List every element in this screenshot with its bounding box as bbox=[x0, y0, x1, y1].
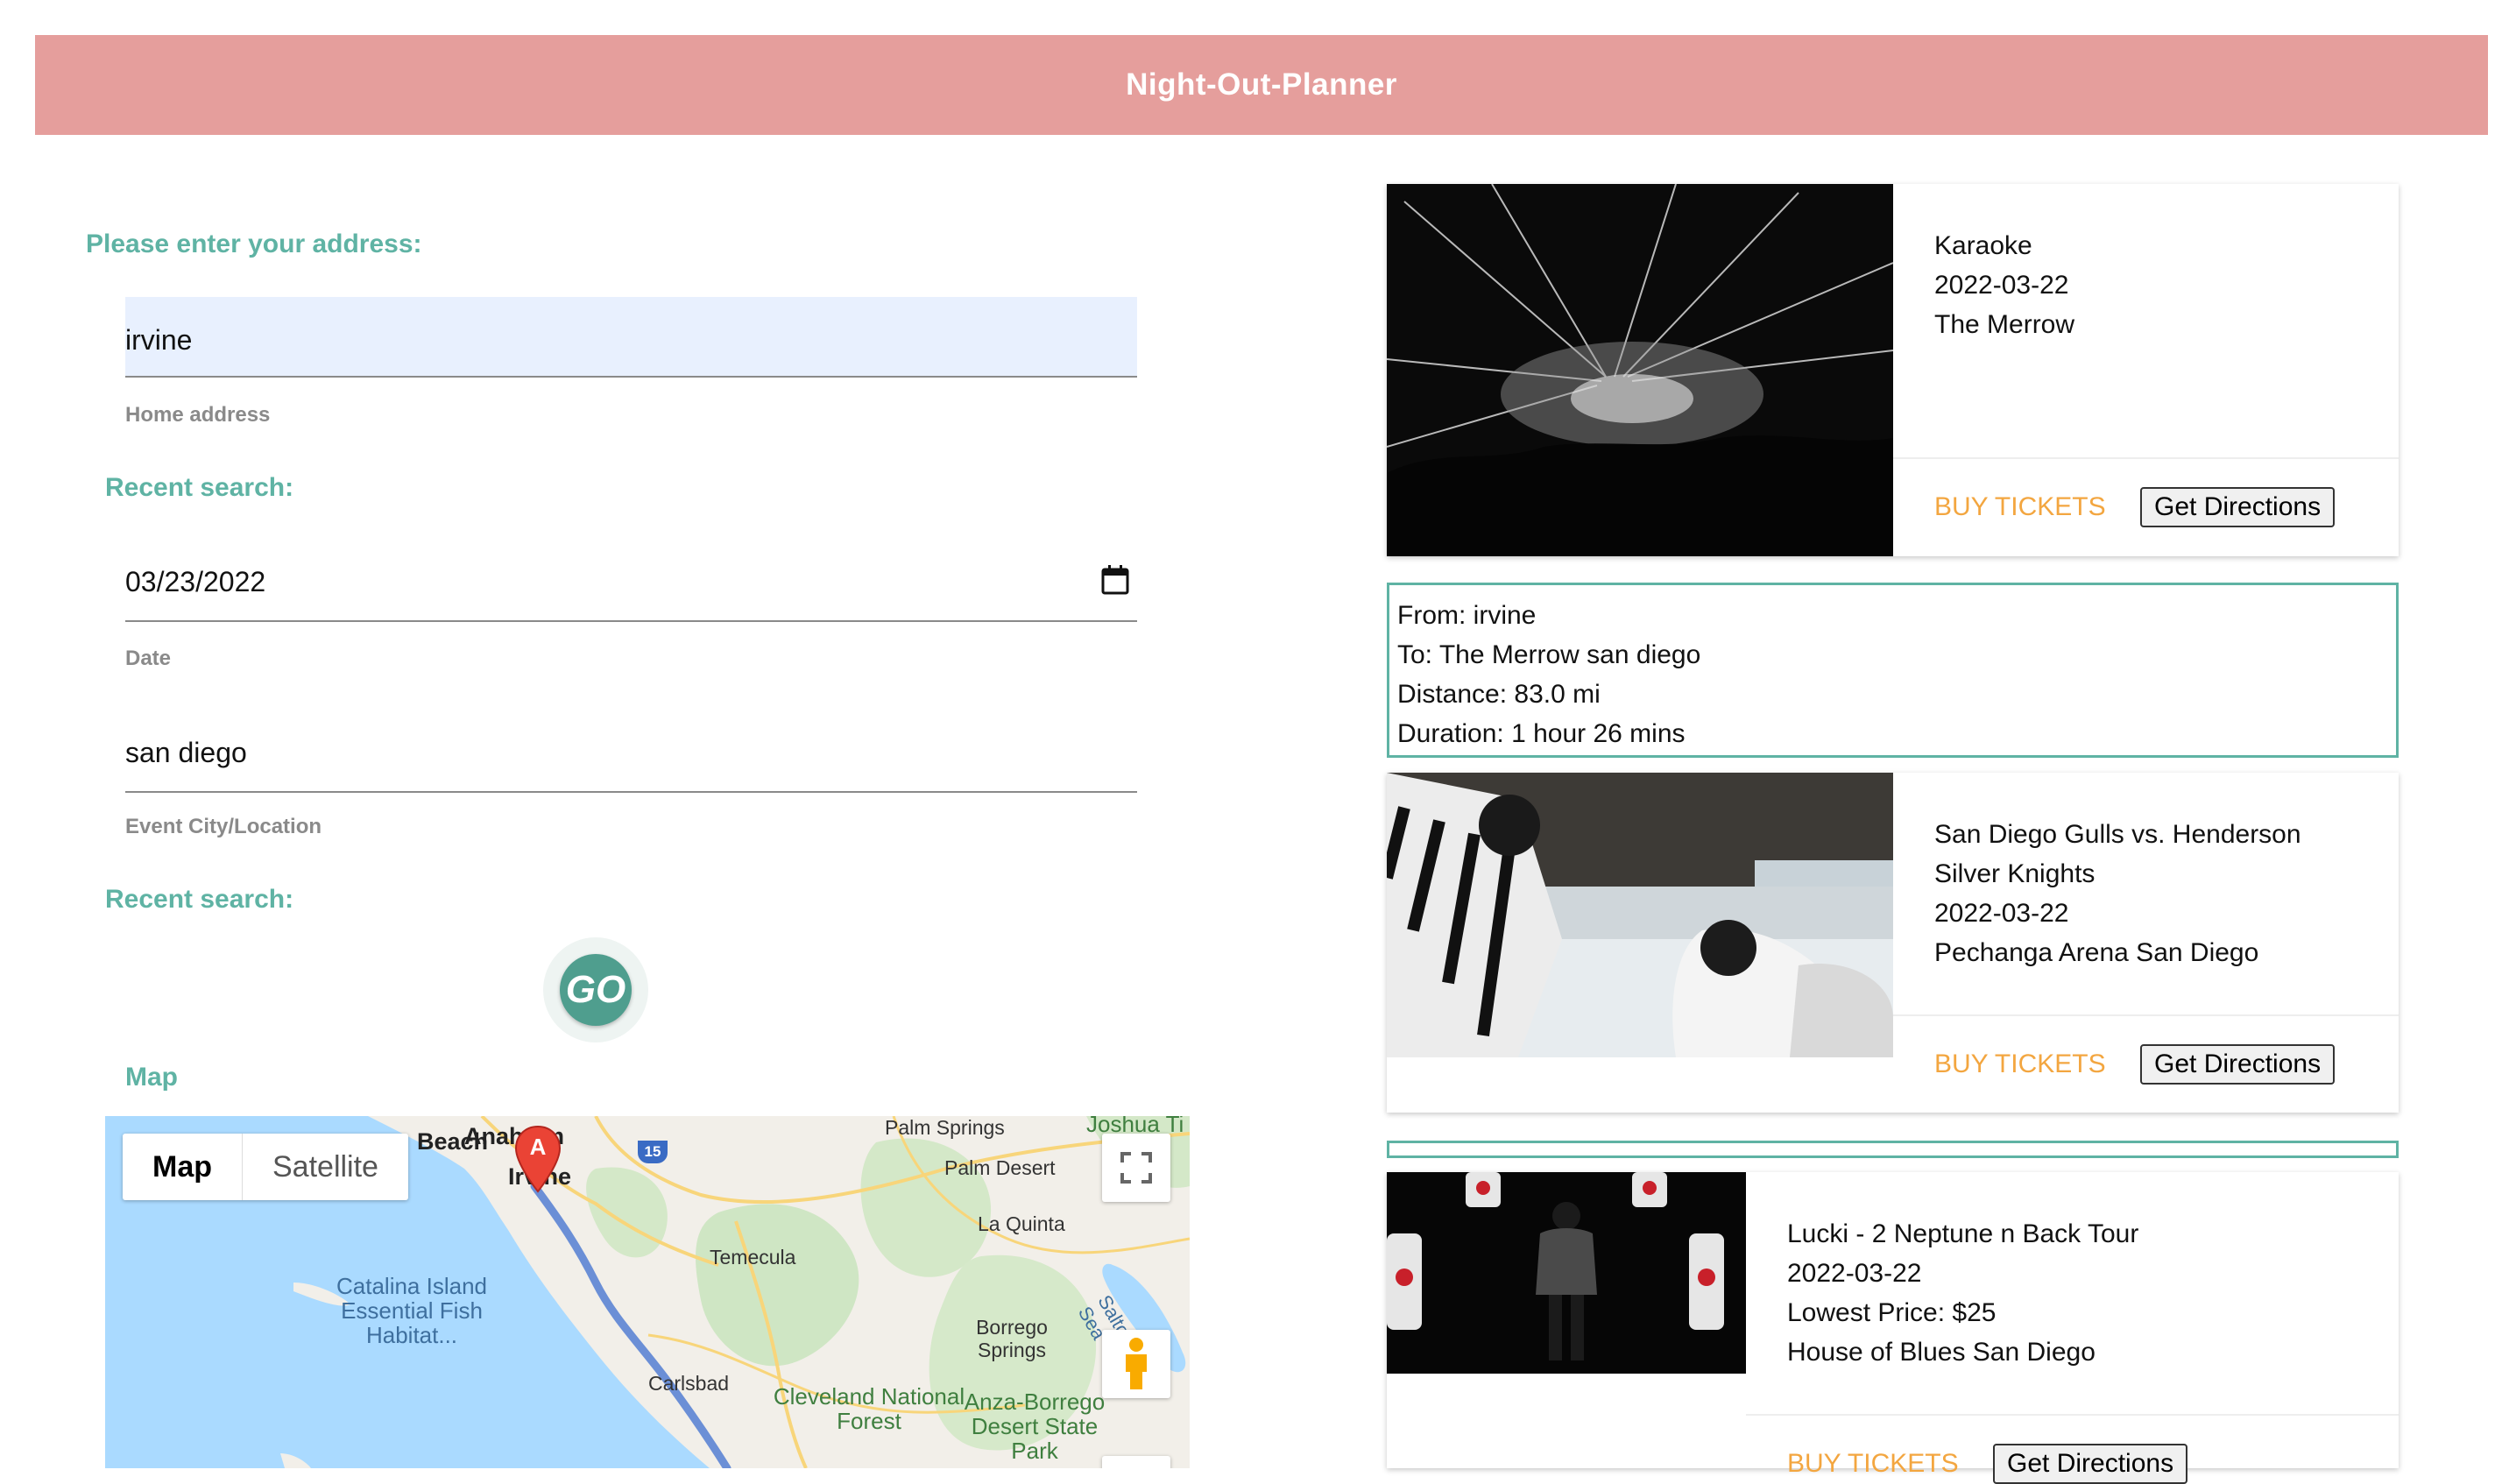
event-name: Karaoke bbox=[1934, 231, 2032, 260]
fullscreen-button[interactable] bbox=[1102, 1134, 1170, 1202]
map-label-cleveland: Cleveland National Forest bbox=[773, 1383, 965, 1434]
highway-shield-icon: 15 bbox=[638, 1141, 668, 1163]
map-label-palm-springs: Palm Springs bbox=[885, 1116, 1005, 1139]
date-field[interactable] bbox=[125, 543, 1137, 622]
map-type-map-button[interactable]: Map bbox=[123, 1134, 243, 1200]
address-helper: Home address bbox=[125, 403, 271, 427]
buy-tickets-link[interactable]: BUY TICKETS bbox=[1787, 1449, 1959, 1479]
go-button[interactable]: GO bbox=[560, 954, 632, 1026]
map-label-catalina: Catalina Island Essential Fish Habitat..… bbox=[336, 1273, 487, 1348]
recent-search-label-2: Recent search: bbox=[105, 885, 294, 914]
route-distance: Distance: 83.0 mi bbox=[1397, 680, 1601, 709]
get-directions-button[interactable]: Get Directions bbox=[2140, 1044, 2336, 1085]
card-divider bbox=[1893, 457, 2399, 459]
city-helper: Event City/Location bbox=[125, 815, 322, 838]
event-date: 2022-03-22 bbox=[1934, 271, 2069, 300]
get-directions-button[interactable]: Get Directions bbox=[2140, 487, 2336, 527]
event-date: 2022-03-22 bbox=[1934, 899, 2069, 928]
event-card: San Diego Gulls vs. Henderson Silver Kni… bbox=[1387, 773, 2399, 1113]
go-button-halo[interactable]: GO bbox=[543, 937, 648, 1042]
map-label-carlsbad: Carlsbad bbox=[648, 1372, 730, 1395]
city-input[interactable] bbox=[125, 714, 1137, 791]
event-card: Lucki - 2 Neptune n Back Tour 2022-03-22… bbox=[1387, 1172, 2399, 1484]
street-view-button[interactable] bbox=[1102, 1330, 1170, 1398]
map-label-la-quinta: La Quinta bbox=[978, 1212, 1065, 1235]
event-name-line1: San Diego Gulls vs. Henderson bbox=[1934, 820, 2301, 849]
calendar-icon[interactable] bbox=[1100, 564, 1130, 596]
app-header: Night-Out-Planner bbox=[35, 35, 2488, 135]
event-price: Lowest Price: $25 bbox=[1787, 1298, 1997, 1327]
event-image-concert bbox=[1387, 184, 1893, 556]
event-image-hockey bbox=[1387, 773, 1893, 1057]
address-input[interactable] bbox=[125, 297, 1137, 376]
event-venue: The Merrow bbox=[1934, 310, 2075, 339]
route-duration: Duration: 1 hour 26 mins bbox=[1397, 719, 1686, 748]
map-marker-label: A bbox=[529, 1134, 547, 1160]
event-date: 2022-03-22 bbox=[1787, 1259, 1922, 1288]
zoom-control[interactable] bbox=[1102, 1456, 1170, 1468]
map-label-temecula: Temecula bbox=[710, 1246, 796, 1268]
date-input[interactable] bbox=[125, 543, 1137, 620]
card-divider bbox=[1746, 1414, 2399, 1416]
event-image-performer bbox=[1387, 1172, 1746, 1374]
recent-search-label-1: Recent search: bbox=[105, 473, 294, 502]
event-info: Lucki - 2 Neptune n Back Tour 2022-03-22… bbox=[1787, 1214, 2138, 1372]
get-directions-button[interactable]: Get Directions bbox=[1993, 1444, 2188, 1484]
event-venue: House of Blues San Diego bbox=[1787, 1338, 2096, 1367]
pegman-icon bbox=[1126, 1338, 1147, 1389]
map-view[interactable]: Beach Anaheim Irvine 15 Palm Springs Pal… bbox=[105, 1116, 1190, 1468]
route-info-box-empty bbox=[1387, 1141, 2399, 1158]
route-to: To: The Merrow san diego bbox=[1397, 640, 1701, 669]
event-info: Karaoke 2022-03-22 The Merrow bbox=[1934, 226, 2074, 344]
fullscreen-icon bbox=[1120, 1152, 1152, 1184]
map-label-palm-desert: Palm Desert bbox=[944, 1156, 1056, 1179]
map-label-anza: Anza-Borrego Desert State Park bbox=[964, 1389, 1106, 1464]
map-type-satellite-button[interactable]: Satellite bbox=[243, 1134, 408, 1200]
event-card: Karaoke 2022-03-22 The Merrow BUY TICKET… bbox=[1387, 184, 2399, 556]
event-info: San Diego Gulls vs. Henderson Silver Kni… bbox=[1934, 815, 2301, 972]
route-from: From: irvine bbox=[1397, 601, 1537, 630]
buy-tickets-link[interactable]: BUY TICKETS bbox=[1934, 1049, 2106, 1079]
route-info-box: From: irvine To: The Merrow san diego Di… bbox=[1387, 583, 2399, 758]
city-field[interactable] bbox=[125, 714, 1137, 793]
map-label-borrego: Borrego Springs bbox=[976, 1316, 1048, 1361]
buy-tickets-link[interactable]: BUY TICKETS bbox=[1934, 492, 2106, 522]
map-type-control: Map Satellite bbox=[123, 1134, 408, 1200]
event-name-line2: Silver Knights bbox=[1934, 859, 2096, 888]
app-title: Night-Out-Planner bbox=[1126, 67, 1397, 102]
card-divider bbox=[1893, 1014, 2399, 1016]
map-section-label: Map bbox=[125, 1063, 178, 1092]
event-name: Lucki - 2 Neptune n Back Tour bbox=[1787, 1219, 2139, 1248]
date-helper: Date bbox=[125, 647, 172, 670]
event-venue: Pechanga Arena San Diego bbox=[1934, 938, 2259, 967]
address-prompt: Please enter your address: bbox=[86, 230, 422, 258]
address-field[interactable] bbox=[125, 297, 1137, 378]
